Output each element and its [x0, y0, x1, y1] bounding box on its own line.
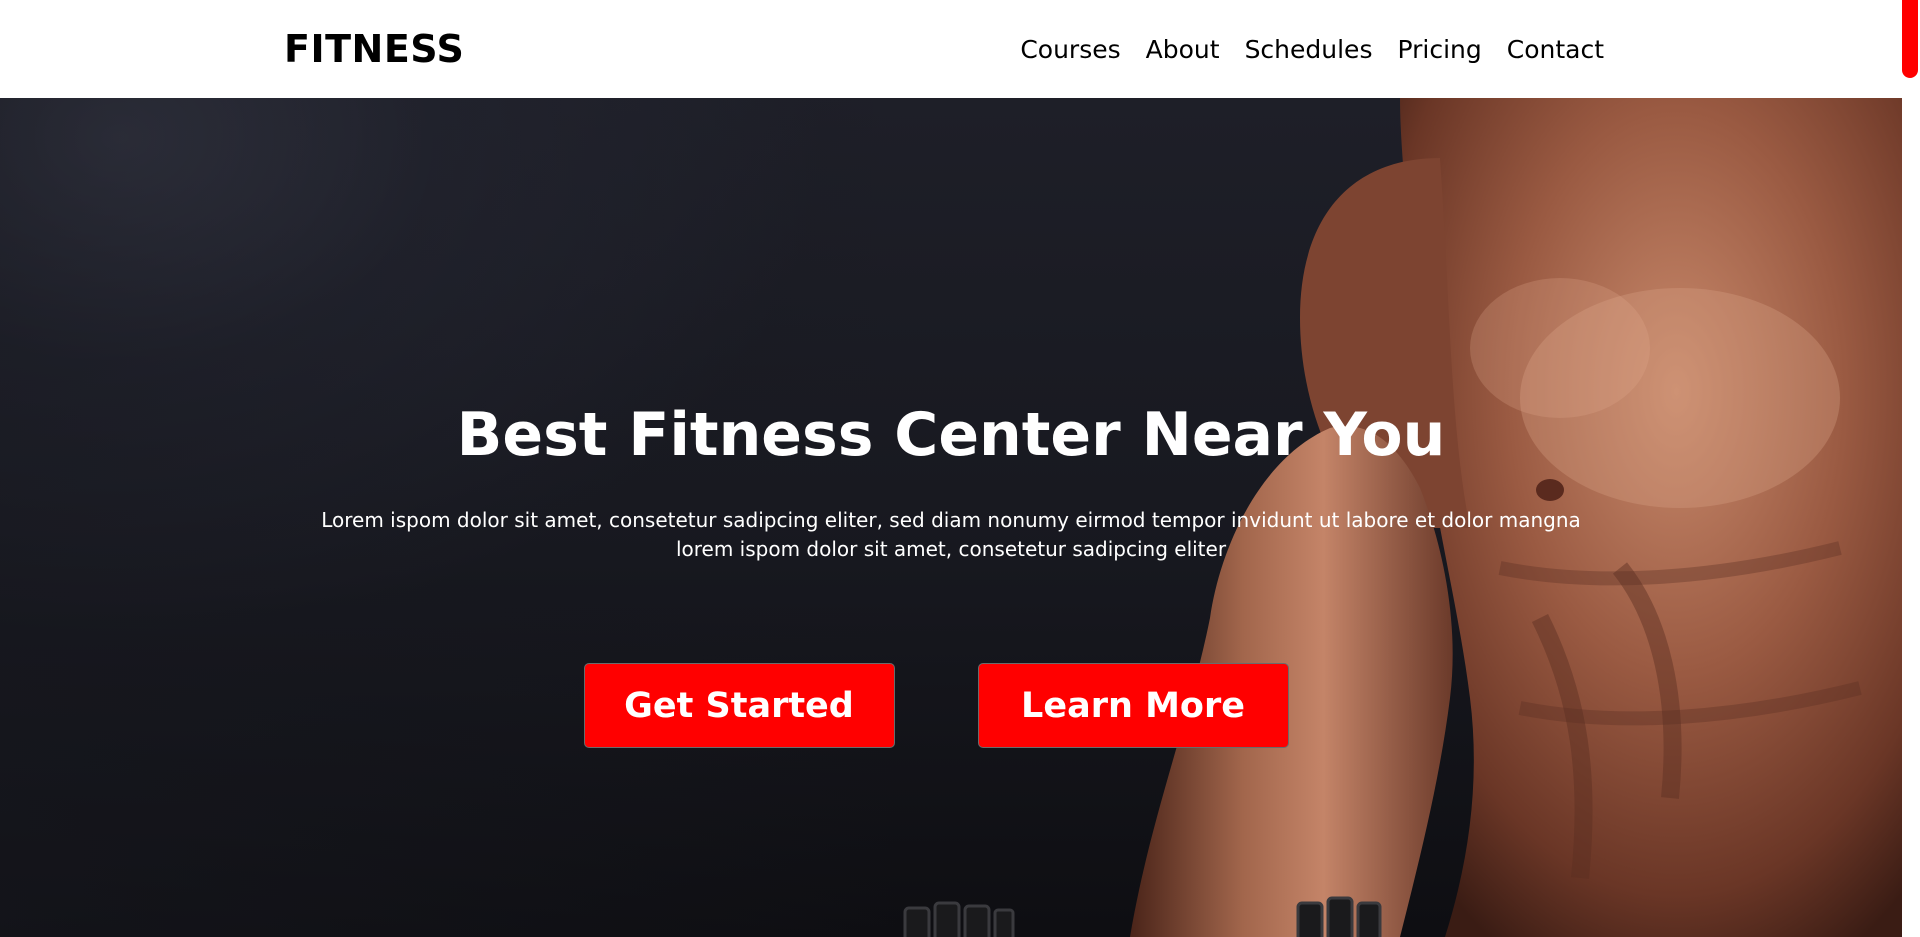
- main-nav: Courses About Schedules Pricing Contact: [1020, 32, 1604, 68]
- nav-link-courses[interactable]: Courses: [1020, 32, 1120, 68]
- learn-more-button[interactable]: Learn More: [977, 663, 1289, 748]
- hero-section: Best Fitness Center Near You Lorem ispom…: [0, 98, 1902, 937]
- top-navbar: FITNESS Courses About Schedules Pricing …: [0, 0, 1902, 98]
- site-logo[interactable]: FITNESS: [284, 26, 464, 72]
- nav-link-pricing[interactable]: Pricing: [1397, 32, 1481, 68]
- hero-content: Best Fitness Center Near You Lorem ispom…: [0, 98, 1902, 937]
- hero-button-group: Get Started Learn More: [0, 663, 1902, 748]
- scrollbar-track[interactable]: [1902, 0, 1920, 937]
- scrollbar-thumb[interactable]: [1902, 0, 1918, 78]
- nav-link-schedules[interactable]: Schedules: [1245, 32, 1373, 68]
- nav-link-contact[interactable]: Contact: [1507, 32, 1604, 68]
- hero-subtitle: Lorem ispom dolor sit amet, consetetur s…: [321, 508, 1581, 561]
- hero-title: Best Fitness Center Near You: [456, 400, 1446, 470]
- nav-link-about[interactable]: About: [1146, 32, 1220, 68]
- get-started-button[interactable]: Get Started: [583, 663, 895, 748]
